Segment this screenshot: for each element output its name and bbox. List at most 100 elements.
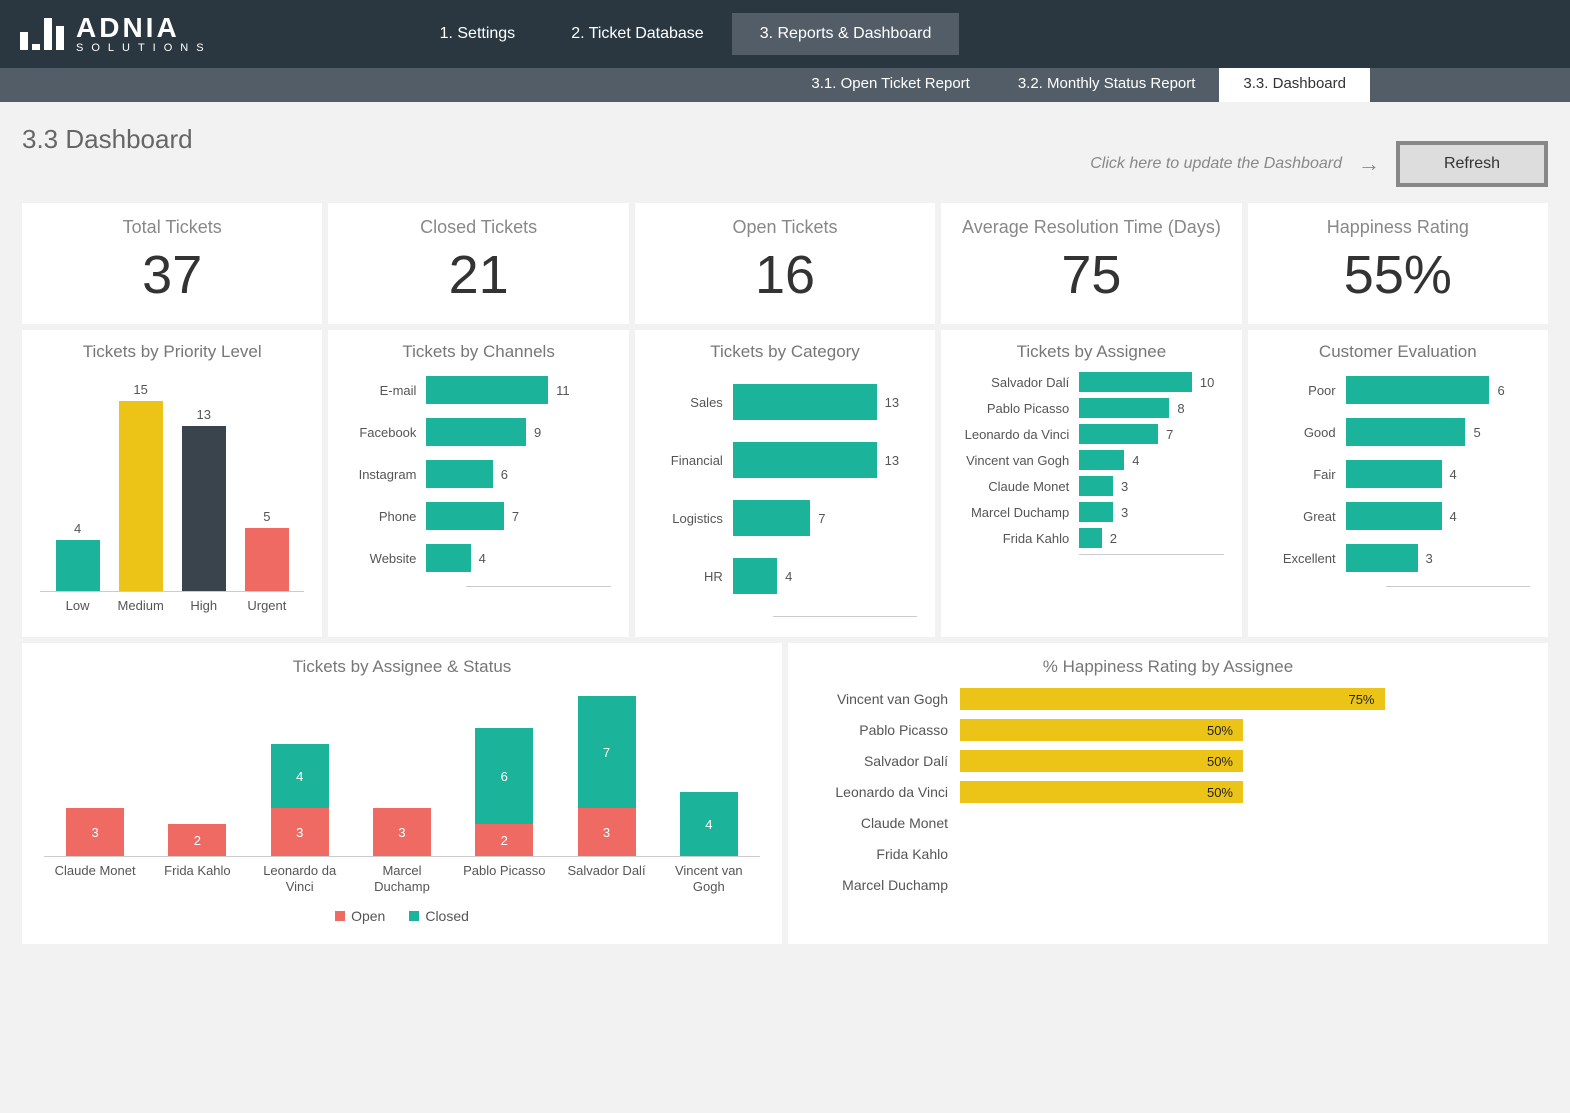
stack-seg-closed: 6 <box>475 728 533 824</box>
stack-cat: Pablo Picasso <box>453 863 555 894</box>
hbar-track: 8 <box>1079 398 1223 418</box>
hbar-row: Phone7 <box>346 502 610 530</box>
hbar-track: 4 <box>733 558 917 594</box>
stack-cat: Frida Kahlo <box>146 863 248 894</box>
hbar <box>1079 450 1124 470</box>
hbar-label: Vincent van Gogh <box>959 453 1079 468</box>
hbar-value: 9 <box>534 425 541 440</box>
happiness-row: Leonardo da Vinci50% <box>810 780 1526 804</box>
hbar <box>426 544 470 572</box>
refresh-button[interactable]: Refresh <box>1396 141 1548 187</box>
hbar-track: 4 <box>426 544 610 572</box>
hbar <box>1346 502 1442 530</box>
hbar <box>1079 372 1192 392</box>
hbar-value: 7 <box>512 509 519 524</box>
bar-value: 4 <box>74 521 81 536</box>
hbar-label: E-mail <box>346 383 426 398</box>
happiness-track: 50% <box>960 750 1526 772</box>
hbar-label: Excellent <box>1266 551 1346 566</box>
stack-seg-closed: 4 <box>271 744 329 808</box>
hbar-row: E-mail 11 <box>346 376 610 404</box>
hbar-track: 7 <box>1079 424 1223 444</box>
happiness-label: Frida Kahlo <box>810 846 960 862</box>
happiness-label: Leonardo da Vinci <box>810 784 960 800</box>
hbar <box>426 502 503 530</box>
chart-priority: Tickets by Priority Level 415135 LowMedi… <box>22 330 322 637</box>
hbar-track: 11 <box>426 376 610 404</box>
stack-col: 34 <box>271 744 329 856</box>
hbar-track: 9 <box>426 418 610 446</box>
bar-value: 13 <box>197 407 211 422</box>
happiness-bar: 50% <box>960 719 1243 741</box>
hbar-value: 8 <box>1177 401 1184 416</box>
hbar-value: 13 <box>885 395 899 410</box>
stack-seg-open: 3 <box>271 808 329 856</box>
hbar-value: 11 <box>556 383 570 398</box>
bar-low: 4 <box>46 372 109 591</box>
main-tab-0[interactable]: 1. Settings <box>412 13 544 55</box>
chart-title: Tickets by Channels <box>346 342 610 362</box>
stack-col: 37 <box>578 696 636 856</box>
brand-sub: SOLUTIONS <box>76 42 212 54</box>
main-tab-2[interactable]: 3. Reports & Dashboard <box>732 13 960 55</box>
happiness-label: Claude Monet <box>810 815 960 831</box>
bar-urgent: 5 <box>235 372 298 591</box>
hbar-track: 3 <box>1346 544 1530 572</box>
main-tab-1[interactable]: 2. Ticket Database <box>543 13 732 55</box>
sub-tab-1[interactable]: 3.2. Monthly Status Report <box>994 68 1220 102</box>
happiness-track: 50% <box>960 781 1526 803</box>
kpi-value: 75 <box>941 244 1241 306</box>
kpi-value: 21 <box>328 244 628 306</box>
hbar-track: 6 <box>426 460 610 488</box>
hbar-plot: Poor6Good5Fair4Great4Excellent3 <box>1266 376 1530 572</box>
stack-cat: Marcel Duchamp <box>351 863 453 894</box>
hbar <box>733 442 877 478</box>
hbar-row: Claude Monet3 <box>959 476 1223 496</box>
hbar-row: Facebook9 <box>346 418 610 446</box>
hbar-label: Sales <box>653 395 733 410</box>
chart-assignee: Tickets by Assignee Salvador Dalí10Pablo… <box>941 330 1241 637</box>
hbar-track: 4 <box>1079 450 1223 470</box>
chart-evaluation: Customer Evaluation Poor6Good5Fair4Great… <box>1248 330 1548 637</box>
hbar-row: Leonardo da Vinci7 <box>959 424 1223 444</box>
hbar-track: 5 <box>1346 418 1530 446</box>
hbar-row: HR4 <box>653 558 917 594</box>
hbar-row: Frida Kahlo2 <box>959 528 1223 548</box>
kpi-row: Total Tickets37Closed Tickets21Open Tick… <box>22 203 1548 324</box>
hbar-label: Salvador Dalí <box>959 375 1079 390</box>
hbar <box>1346 418 1466 446</box>
hbar-value: 4 <box>1450 467 1457 482</box>
stack-seg-open: 2 <box>475 824 533 856</box>
hbar-label: Poor <box>1266 383 1346 398</box>
refresh-hint: Click here to update the Dashboard <box>1090 155 1342 173</box>
sub-tab-0[interactable]: 3.1. Open Ticket Report <box>787 68 993 102</box>
happiness-label: Pablo Picasso <box>810 722 960 738</box>
small-chart-row: Tickets by Priority Level 415135 LowMedi… <box>22 330 1548 637</box>
hbar <box>1079 528 1102 548</box>
chart-title: Tickets by Assignee & Status <box>44 657 760 677</box>
hbar-row: Poor6 <box>1266 376 1530 404</box>
hbar-value: 5 <box>1473 425 1480 440</box>
stacked-categories: Claude MonetFrida KahloLeonardo da Vinci… <box>44 863 760 894</box>
hbar-value: 4 <box>785 569 792 584</box>
hbar-track: 13 <box>733 442 917 478</box>
hbar-plot: Salvador Dalí10Pablo Picasso8Leonardo da… <box>959 372 1223 548</box>
big-chart-row: Tickets by Assignee & Status 3234326374 … <box>22 643 1548 944</box>
kpi-card-4: Happiness Rating55% <box>1248 203 1548 324</box>
bar-value: 5 <box>263 509 270 524</box>
kpi-card-1: Closed Tickets21 <box>328 203 628 324</box>
kpi-value: 37 <box>22 244 322 306</box>
hbar-label: Marcel Duchamp <box>959 505 1079 520</box>
kpi-label: Average Resolution Time (Days) <box>941 211 1241 244</box>
stack-cat: Claude Monet <box>44 863 146 894</box>
bar <box>119 401 163 591</box>
hbar-label: Logistics <box>653 511 733 526</box>
kpi-card-0: Total Tickets37 <box>22 203 322 324</box>
bar-cat: Medium <box>109 598 172 613</box>
hbar-label: Instagram <box>346 467 426 482</box>
bar-cat: Urgent <box>235 598 298 613</box>
sub-tab-2[interactable]: 3.3. Dashboard <box>1219 68 1370 102</box>
sub-tabs: 3.1. Open Ticket Report3.2. Monthly Stat… <box>0 68 1570 102</box>
hbar-value: 4 <box>479 551 486 566</box>
legend-open: Open <box>335 908 385 924</box>
